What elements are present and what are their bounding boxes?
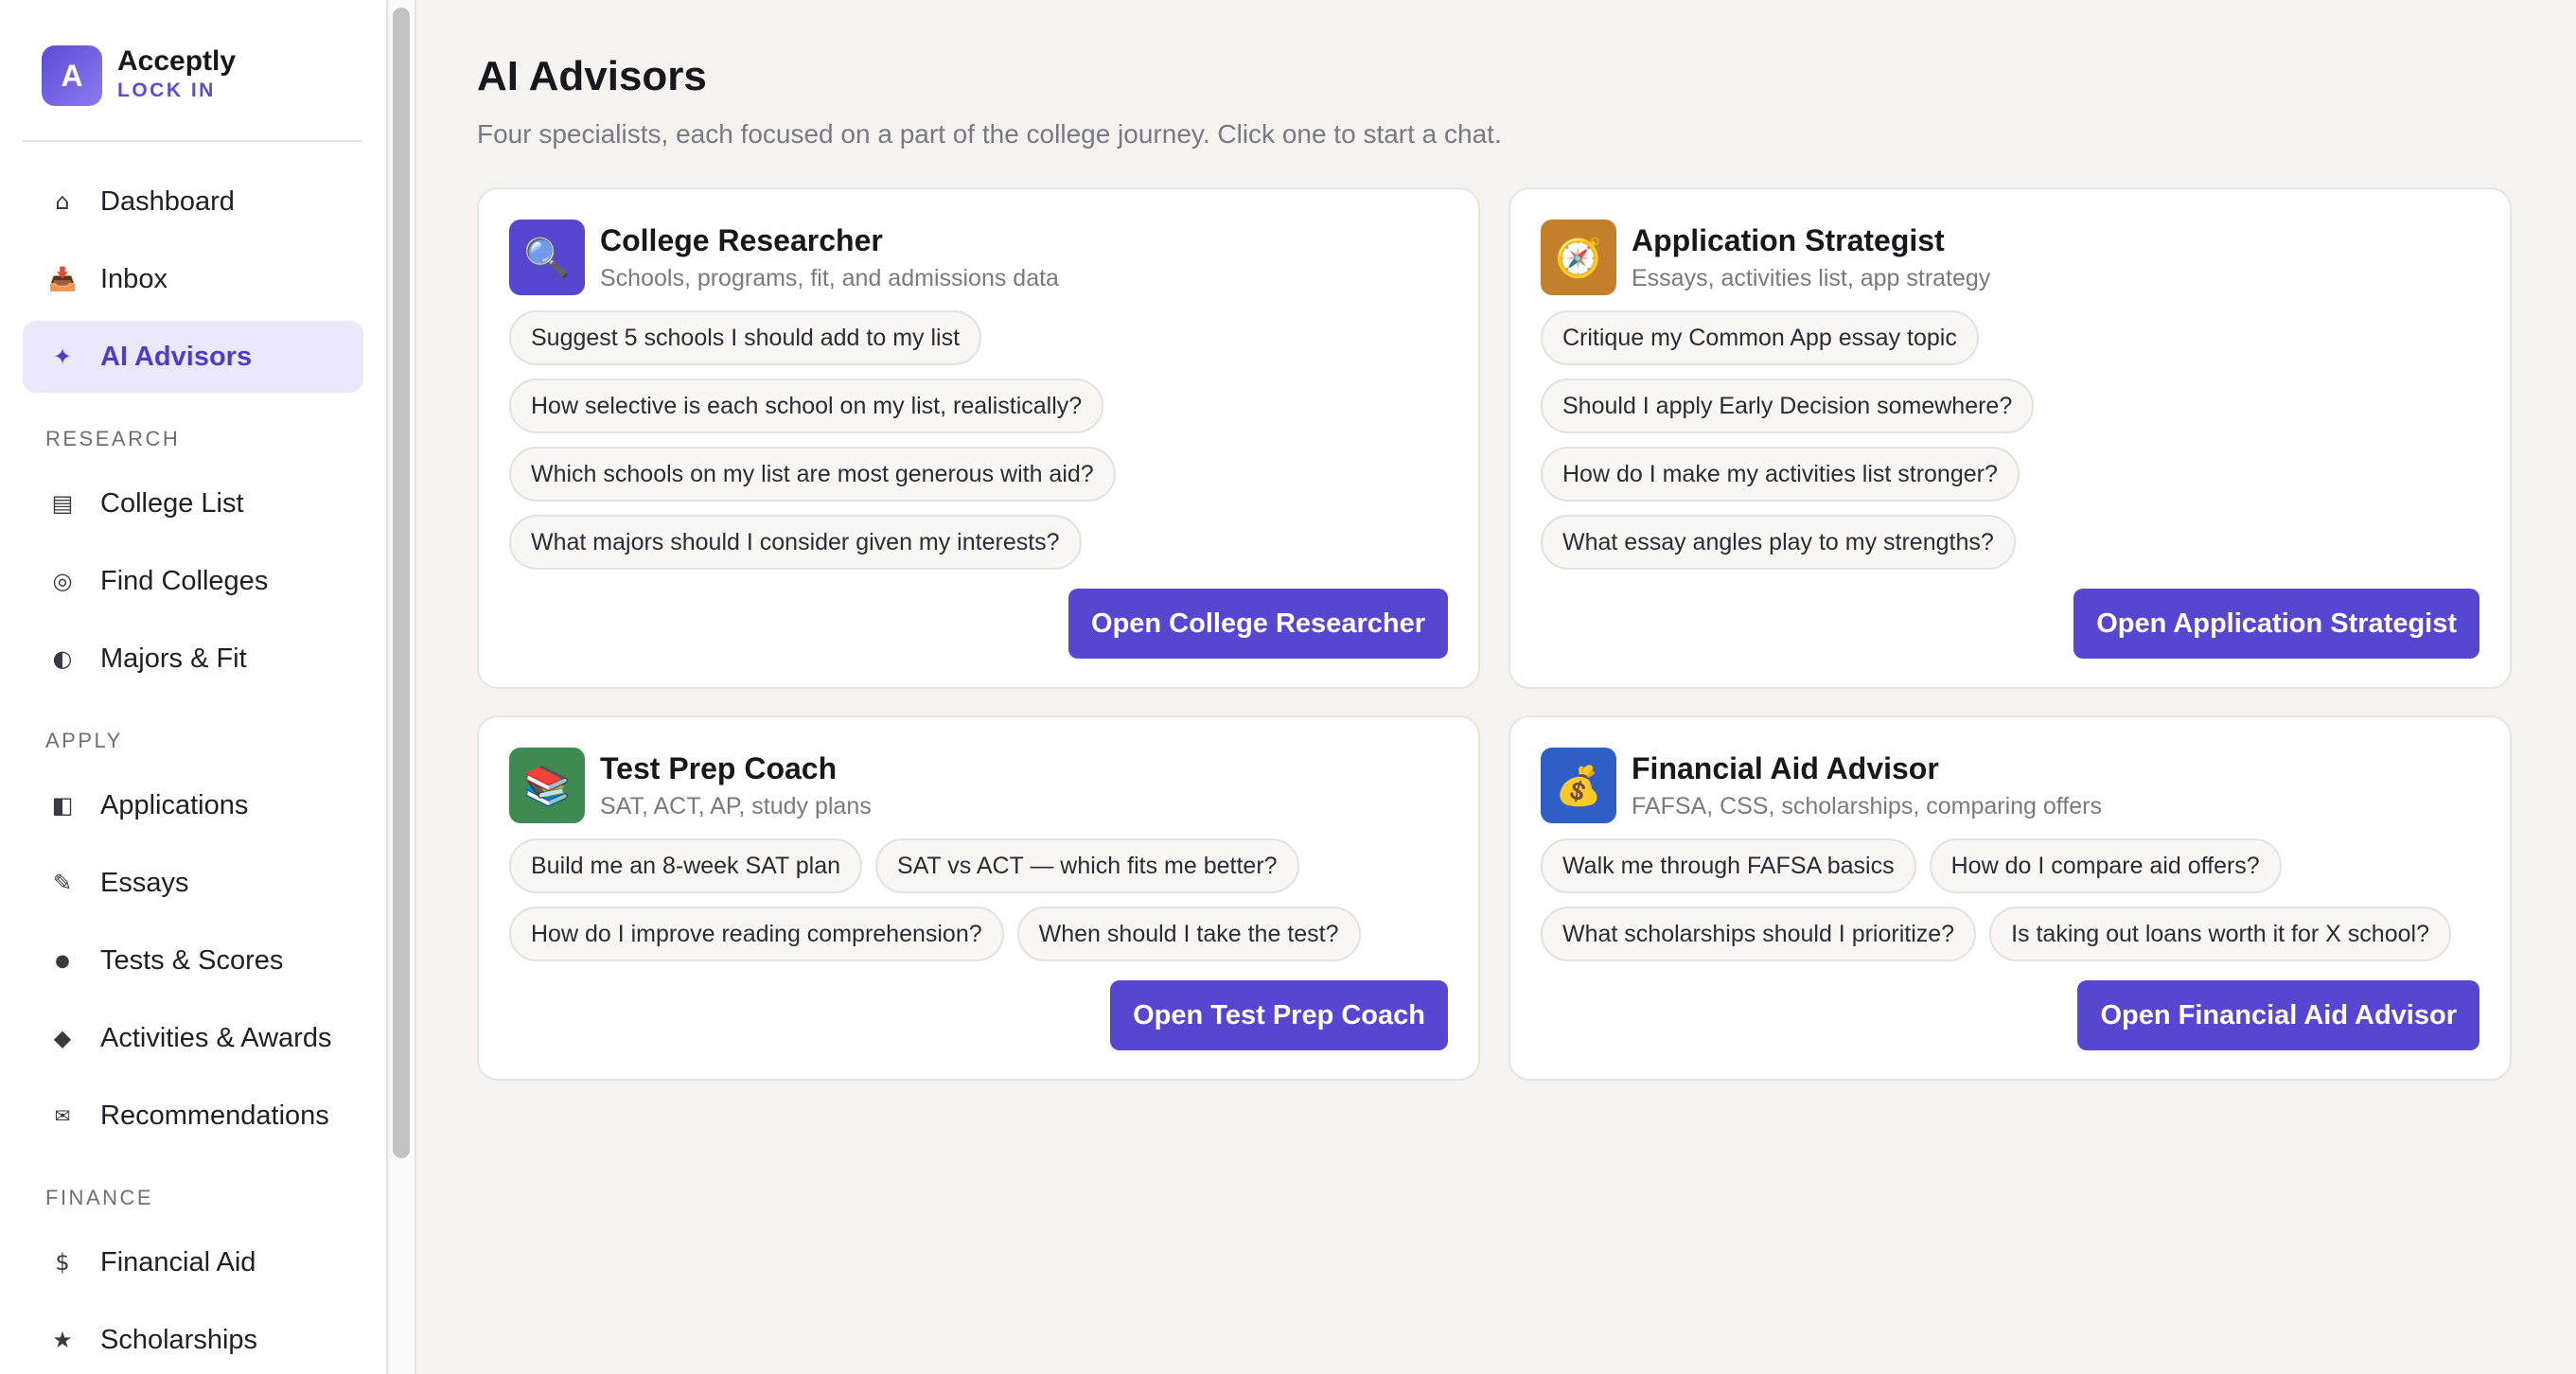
advisor-card-financial-aid-advisor: 💰 Financial Aid Advisor FAFSA, CSS, scho…: [1509, 715, 2512, 1081]
envelope-icon: ✉: [54, 1104, 71, 1127]
prompt-chip[interactable]: Build me an 8-week SAT plan: [509, 838, 863, 893]
prompt-chip[interactable]: When should I take the test?: [1016, 907, 1361, 961]
sidebar-item-tests-scores[interactable]: ● Tests & Scores: [23, 925, 363, 996]
sidebar-item-label: Essays: [100, 867, 189, 898]
dot-icon: ●: [55, 950, 70, 971]
advisor-description: Schools, programs, fit, and admissions d…: [600, 265, 1059, 291]
dollar-icon: $: [55, 1249, 70, 1276]
sidebar-item-label: Majors & Fit: [100, 643, 247, 674]
sidebar-item-scholarships[interactable]: ★ Scholarships: [23, 1304, 363, 1374]
sidebar-item-label: College List: [100, 487, 244, 519]
prompt-chip[interactable]: How do I compare aid offers?: [1929, 838, 2282, 893]
brand-logo[interactable]: A: [42, 45, 102, 106]
sparkle-icon: ✦: [52, 344, 73, 370]
sidebar-item-label: Recommendations: [100, 1100, 329, 1131]
sidebar-scrollbar-thumb[interactable]: [393, 8, 410, 1158]
prompt-chip[interactable]: What majors should I consider given my i…: [509, 515, 1082, 570]
open-test-prep-coach-button[interactable]: Open Test Prep Coach: [1110, 980, 1448, 1050]
prompt-list: Suggest 5 schools I should add to my lis…: [509, 310, 1448, 570]
books-icon: 📚: [509, 748, 585, 823]
advisor-title: College Researcher: [600, 223, 883, 257]
sidebar-item-find-colleges[interactable]: ◎ Find Colleges: [23, 545, 363, 617]
prompt-chip[interactable]: How do I improve reading comprehension?: [509, 907, 1004, 961]
prompt-list: Build me an 8-week SAT plan SAT vs ACT —…: [509, 838, 1448, 961]
prompt-chip[interactable]: Walk me through FAFSA basics: [1541, 838, 1916, 893]
prompt-chip[interactable]: Critique my Common App essay topic: [1541, 310, 1979, 365]
sidebar-item-applications[interactable]: ◧ Applications: [23, 769, 363, 841]
page-subtitle: Four specialists, each focused on a part…: [477, 119, 1502, 149]
application-icon: ◧: [51, 792, 74, 819]
sidebar-item-majors-fit[interactable]: ◐ Majors & Fit: [23, 623, 363, 695]
prompt-chip[interactable]: What essay angles play to my strengths?: [1541, 515, 2016, 570]
sidebar: A Acceptly LOCK IN ⌂ Dashboard 📥 Inbox ✦…: [0, 0, 388, 1374]
sidebar-item-dashboard[interactable]: ⌂ Dashboard: [23, 166, 363, 238]
magnifier-icon: 🔍: [509, 220, 585, 295]
target-icon: ◎: [52, 568, 73, 594]
half-circle-icon: ◐: [52, 645, 73, 672]
sidebar-item-label: Activities & Awards: [100, 1022, 332, 1053]
sidebar-item-label: Inbox: [100, 263, 168, 294]
diamond-icon: ◆: [53, 1025, 72, 1051]
prompt-chip[interactable]: What scholarships should I prioritize?: [1541, 907, 1977, 961]
sidebar-item-activities-awards[interactable]: ◆ Activities & Awards: [23, 1002, 363, 1074]
section-label-research: RESEARCH: [45, 427, 181, 450]
open-college-researcher-button[interactable]: Open College Researcher: [1068, 589, 1448, 659]
advisor-card-college-researcher: 🔍 College Researcher Schools, programs, …: [477, 187, 1480, 689]
advisor-title: Financial Aid Advisor: [1632, 751, 1939, 785]
prompt-list: Walk me through FAFSA basics How do I co…: [1541, 838, 2479, 961]
sidebar-item-label: Scholarships: [100, 1324, 258, 1355]
sidebar-item-college-list[interactable]: ▤ College List: [23, 467, 363, 539]
home-icon: ⌂: [55, 188, 70, 215]
page-title: AI Advisors: [477, 53, 707, 99]
sidebar-item-label: Financial Aid: [100, 1246, 256, 1277]
prompt-chip[interactable]: How selective is each school on my list,…: [509, 379, 1104, 433]
advisor-card-test-prep-coach: 📚 Test Prep Coach SAT, ACT, AP, study pl…: [477, 715, 1480, 1081]
prompt-list: Critique my Common App essay topic Shoul…: [1541, 310, 2479, 570]
sidebar-item-recommendations[interactable]: ✉ Recommendations: [23, 1080, 363, 1152]
advisor-card-application-strategist: 🧭 Application Strategist Essays, activit…: [1509, 187, 2512, 689]
prompt-chip[interactable]: Is taking out loans worth it for X schoo…: [1989, 907, 2451, 961]
section-label-finance: FINANCE: [45, 1186, 154, 1209]
sidebar-item-essays[interactable]: ✎ Essays: [23, 847, 363, 919]
money-bag-icon: 💰: [1541, 748, 1616, 823]
star-icon: ★: [52, 1327, 73, 1353]
advisor-description: FAFSA, CSS, scholarships, comparing offe…: [1632, 793, 2102, 819]
prompt-chip[interactable]: SAT vs ACT — which fits me better?: [875, 838, 1299, 893]
prompt-chip[interactable]: How do I make my activities list stronge…: [1541, 447, 2020, 502]
brand-text: Acceptly LOCK IN: [117, 45, 236, 102]
section-label-apply: APPLY: [45, 729, 123, 752]
advisor-title: Application Strategist: [1632, 223, 1945, 257]
sidebar-item-label: Tests & Scores: [100, 944, 284, 976]
sidebar-item-label: AI Advisors: [100, 341, 253, 372]
sidebar-item-label: Dashboard: [100, 185, 235, 217]
sidebar-item-inbox[interactable]: 📥 Inbox: [23, 243, 363, 315]
brand-name: Acceptly: [117, 45, 237, 77]
prompt-chip[interactable]: Suggest 5 schools I should add to my lis…: [509, 310, 982, 365]
sidebar-item-ai-advisors[interactable]: ✦ AI Advisors: [23, 321, 363, 393]
list-icon: ▤: [51, 490, 74, 517]
open-application-strategist-button[interactable]: Open Application Strategist: [2073, 589, 2479, 659]
inbox-icon: 📥: [48, 266, 77, 292]
prompt-chip[interactable]: Should I apply Early Decision somewhere?: [1541, 379, 2035, 433]
pencil-icon: ✎: [52, 870, 73, 896]
advisor-title: Test Prep Coach: [600, 751, 838, 785]
advisor-description: Essays, activities list, app strategy: [1632, 265, 1991, 291]
compass-icon: 🧭: [1541, 220, 1616, 295]
sidebar-item-financial-aid[interactable]: $ Financial Aid: [23, 1226, 363, 1298]
advisor-description: SAT, ACT, AP, study plans: [600, 793, 872, 819]
brand-header: A Acceptly LOCK IN: [23, 23, 362, 142]
sidebar-item-label: Applications: [100, 789, 249, 820]
prompt-chip[interactable]: Which schools on my list are most genero…: [509, 447, 1116, 502]
brand-tagline: LOCK IN: [117, 79, 216, 101]
sidebar-item-label: Find Colleges: [100, 565, 269, 596]
open-financial-aid-advisor-button[interactable]: Open Financial Aid Advisor: [2077, 980, 2479, 1050]
